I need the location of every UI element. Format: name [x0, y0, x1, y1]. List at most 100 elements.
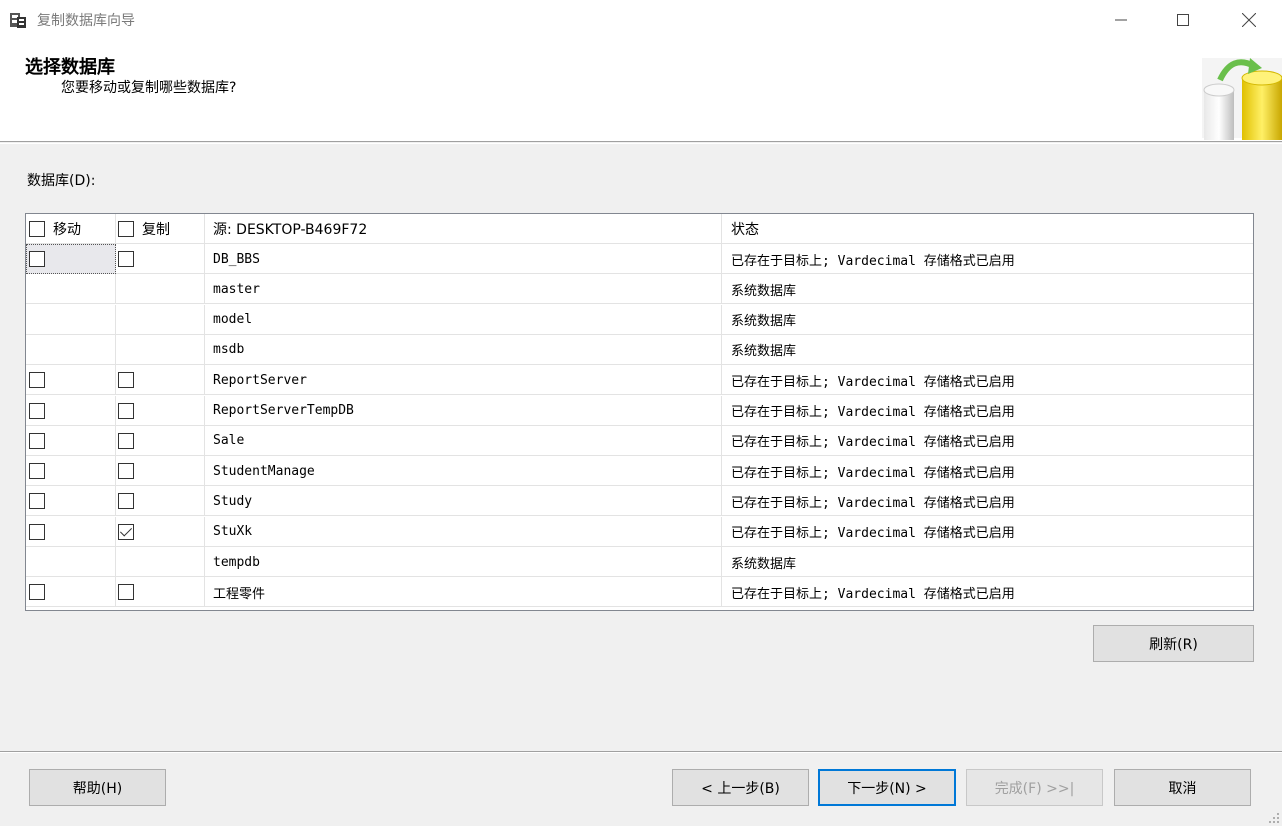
database-status: 已存在于目标上; Vardecimal 存储格式已启用	[731, 586, 1015, 602]
maximize-button[interactable]	[1160, 0, 1206, 40]
table-row[interactable]: ReportServerTempDB 已存在于目标上; Vardecimal 存储…	[26, 395, 1253, 426]
copy-cell[interactable]	[116, 365, 205, 396]
status-cell: 已存在于目标上; Vardecimal 存储格式已启用	[722, 517, 1253, 547]
database-status: 系统数据库	[731, 283, 797, 299]
page-subtitle: 您要移动或复制哪些数据库?	[61, 80, 237, 96]
move-cell[interactable]	[26, 365, 116, 396]
move-cell[interactable]	[26, 516, 116, 547]
move-cell[interactable]	[26, 274, 116, 305]
refresh-button[interactable]: 刷新(R)	[1093, 625, 1254, 662]
copy-checkbox[interactable]	[118, 251, 134, 267]
grid-header-row: 移动 复制 源: DESKTOP-B469F72 状态	[26, 214, 1253, 244]
close-button[interactable]	[1226, 0, 1272, 40]
minimize-button[interactable]	[1098, 0, 1144, 40]
move-checkbox[interactable]	[29, 372, 45, 389]
status-cell: 已存在于目标上; Vardecimal 存储格式已启用	[722, 426, 1253, 456]
move-checkbox[interactable]	[29, 493, 45, 510]
move-cell[interactable]	[26, 425, 116, 456]
database-status: 已存在于目标上; Vardecimal 存储格式已启用	[731, 405, 1015, 420]
move-column-header[interactable]: 移动	[26, 214, 116, 244]
finish-button[interactable]: 完成(F) >>|	[966, 769, 1103, 806]
move-cell[interactable]	[26, 577, 116, 608]
table-row[interactable]: StudentManage 已存在于目标上; Vardecimal 存储格式已启用	[26, 456, 1253, 487]
copy-column-header[interactable]: 复制	[116, 214, 205, 244]
database-name: ReportServer	[213, 372, 307, 388]
move-checkbox[interactable]	[29, 432, 45, 449]
move-cell[interactable]	[26, 547, 116, 577]
table-row[interactable]: ReportServer 已存在于目标上; Vardecimal 存储格式已启用	[26, 365, 1253, 396]
resize-grip-icon[interactable]	[1268, 812, 1280, 824]
move-cell[interactable]	[26, 244, 116, 274]
copy-cell[interactable]	[116, 456, 205, 487]
database-name: master	[213, 281, 260, 297]
table-row[interactable]: tempdb 系统数据库	[26, 547, 1253, 577]
move-cell[interactable]	[26, 334, 116, 365]
copy-cell[interactable]	[116, 395, 205, 426]
copy-checkbox[interactable]	[118, 432, 134, 449]
database-copy-icon	[1202, 58, 1282, 140]
move-checkbox[interactable]	[29, 584, 45, 601]
next-button[interactable]: 下一步(N) >	[818, 769, 956, 806]
move-checkbox[interactable]	[29, 251, 45, 267]
copy-cell[interactable]	[116, 547, 205, 577]
move-checkbox[interactable]	[29, 523, 45, 540]
status-cell: 已存在于目标上; Vardecimal 存储格式已启用	[722, 486, 1253, 516]
move-cell[interactable]	[26, 395, 116, 426]
copy-column-label: 复制	[142, 222, 170, 238]
database-grid[interactable]: 移动 复制 源: DESKTOP-B469F72 状态 DB_BBS 已存在于目标…	[25, 213, 1254, 611]
table-row[interactable]: DB_BBS 已存在于目标上; Vardecimal 存储格式已启用	[26, 244, 1253, 274]
copy-database-wizard-window: 复制数据库向导 选择数据库 您要移动或复制哪些数据库? 数据库(D): 移动 复…	[0, 0, 1282, 826]
copy-checkbox[interactable]	[118, 402, 134, 419]
copy-cell[interactable]	[116, 334, 205, 365]
back-button[interactable]: < 上一步(B)	[672, 769, 809, 806]
copy-checkbox[interactable]	[118, 523, 134, 540]
move-all-checkbox[interactable]	[29, 221, 45, 237]
copy-checkbox[interactable]	[118, 463, 134, 480]
status-cell: 系统数据库	[722, 305, 1253, 335]
copy-cell[interactable]	[116, 577, 205, 608]
copy-checkbox[interactable]	[118, 372, 134, 389]
database-status: 系统数据库	[731, 314, 797, 330]
database-name-cell: msdb	[205, 334, 722, 365]
table-row[interactable]: StuXk 已存在于目标上; Vardecimal 存储格式已启用	[26, 516, 1253, 547]
header-divider	[0, 143, 1282, 144]
copy-all-checkbox[interactable]	[118, 221, 134, 237]
status-cell: 已存在于目标上; Vardecimal 存储格式已启用	[722, 577, 1253, 607]
database-name: Sale	[213, 433, 245, 449]
status-cell: 系统数据库	[722, 335, 1253, 365]
move-checkbox[interactable]	[29, 463, 45, 480]
database-status: 系统数据库	[731, 344, 797, 360]
copy-checkbox[interactable]	[118, 493, 134, 510]
help-button[interactable]: 帮助(H)	[29, 769, 166, 806]
source-column-header[interactable]: 源: DESKTOP-B469F72	[205, 214, 722, 244]
table-row[interactable]: Sale 已存在于目标上; Vardecimal 存储格式已启用	[26, 425, 1253, 456]
copy-cell[interactable]	[116, 516, 205, 547]
database-name-cell: tempdb	[205, 547, 722, 577]
move-cell[interactable]	[26, 456, 116, 487]
table-row[interactable]: master 系统数据库	[26, 274, 1253, 305]
copy-cell[interactable]	[116, 304, 205, 335]
copy-checkbox[interactable]	[118, 584, 134, 601]
status-column-header[interactable]: 状态	[722, 214, 1253, 244]
database-status: 已存在于目标上; Vardecimal 存储格式已启用	[731, 465, 1015, 481]
database-name-cell: StuXk	[205, 516, 722, 547]
move-cell[interactable]	[26, 304, 116, 335]
status-column-label: 状态	[731, 222, 759, 238]
table-row[interactable]: 工程零件 已存在于目标上; Vardecimal 存储格式已启用	[26, 577, 1253, 608]
table-row[interactable]: Study 已存在于目标上; Vardecimal 存储格式已启用	[26, 486, 1253, 517]
cancel-button[interactable]: 取消	[1114, 769, 1251, 806]
move-cell[interactable]	[26, 486, 116, 517]
move-checkbox[interactable]	[29, 402, 45, 419]
table-row[interactable]: model 系统数据库	[26, 304, 1253, 335]
database-name-cell: master	[205, 274, 722, 305]
database-name: DB_BBS	[213, 251, 260, 267]
table-row[interactable]: msdb 系统数据库	[26, 334, 1253, 365]
copy-cell[interactable]	[116, 486, 205, 517]
status-cell: 系统数据库	[722, 274, 1253, 304]
window-title: 复制数据库向导	[37, 13, 135, 29]
copy-cell[interactable]	[116, 244, 205, 274]
source-column-label: 源: DESKTOP-B469F72	[213, 222, 368, 238]
copy-cell[interactable]	[116, 425, 205, 456]
copy-cell[interactable]	[116, 274, 205, 305]
move-column-label: 移动	[53, 222, 81, 238]
